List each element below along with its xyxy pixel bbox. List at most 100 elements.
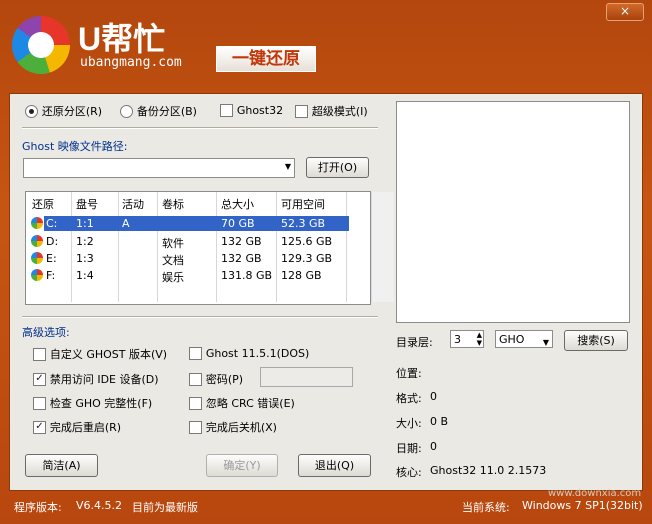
drive-icon bbox=[31, 217, 43, 229]
cell-total: 131.8 GB bbox=[221, 269, 273, 282]
column-divider bbox=[157, 192, 158, 302]
confirm-button[interactable]: 确定(Y) bbox=[206, 454, 278, 477]
brand-name: U帮忙 bbox=[78, 21, 166, 57]
checkbox-icon bbox=[33, 347, 46, 361]
date-label: 日期: bbox=[396, 442, 422, 455]
system-value: Windows 7 SP1(32bit) bbox=[522, 499, 643, 512]
divider bbox=[22, 316, 378, 318]
partition-table[interactable]: 还原 盘号 活动 卷标 总大小 可用空间 C: 1:1 A 70 GB 52.3… bbox=[25, 191, 394, 305]
cell-drive: E: bbox=[46, 252, 57, 265]
radio-icon bbox=[120, 104, 133, 118]
cell-disk: 1:4 bbox=[76, 269, 94, 282]
cell-label: 软件 bbox=[162, 237, 184, 250]
mode-ghost32[interactable]: Ghost32 bbox=[220, 103, 283, 117]
disable-ide-checkbox[interactable]: ✓ 禁用访问 IDE 设备(D) bbox=[33, 371, 159, 387]
brand-domain: ubangmang.com bbox=[80, 55, 182, 70]
format-label: 格式: bbox=[396, 392, 422, 405]
column-divider bbox=[346, 192, 347, 302]
cell-label: 娱乐 bbox=[162, 271, 184, 284]
version-value: V6.4.5.2 bbox=[76, 499, 123, 512]
cell-label: 文档 bbox=[162, 254, 184, 267]
spinner-arrows-icon[interactable]: ▲ ▼ bbox=[477, 331, 482, 347]
column-header[interactable]: 盘号 bbox=[76, 196, 98, 212]
check-icon: ✓ bbox=[33, 420, 46, 434]
column-header[interactable]: 还原 bbox=[32, 196, 54, 212]
cell-total: 70 GB bbox=[221, 217, 255, 230]
close-button[interactable]: × bbox=[606, 3, 644, 21]
ghost-version-checkbox[interactable]: Ghost 11.5.1(DOS) bbox=[189, 346, 309, 360]
column-header[interactable]: 卷标 bbox=[162, 196, 184, 212]
date-value: 0 bbox=[430, 440, 437, 453]
cell-free: 128 GB bbox=[281, 269, 322, 282]
position-label: 位置: bbox=[396, 367, 422, 380]
restore-badge: 一键还原 bbox=[216, 46, 316, 72]
drive-icon bbox=[31, 269, 43, 281]
simple-button[interactable]: 简洁(A) bbox=[25, 454, 98, 477]
cell-disk: 1:2 bbox=[76, 235, 94, 248]
checkbox-icon bbox=[295, 104, 308, 118]
check-icon: ✓ bbox=[33, 372, 46, 386]
size-label: 大小: bbox=[396, 417, 422, 430]
column-divider bbox=[216, 192, 217, 302]
advanced-title: 高级选项: bbox=[22, 326, 70, 339]
column-header[interactable]: 可用空间 bbox=[281, 196, 325, 212]
cell-drive: F: bbox=[46, 269, 56, 282]
search-button[interactable]: 搜索(S) bbox=[564, 330, 628, 351]
reboot-after-checkbox[interactable]: ✓ 完成后重启(R) bbox=[33, 419, 121, 435]
cell-active: A bbox=[122, 217, 130, 230]
column-divider bbox=[71, 192, 72, 302]
update-status: 目前为最新版 bbox=[132, 501, 198, 514]
directory-level-spinner[interactable]: 3 ▲ ▼ bbox=[450, 330, 484, 348]
mode-restore[interactable]: 还原分区(R) bbox=[25, 103, 102, 119]
checkbox-icon bbox=[33, 396, 46, 410]
cell-free: 52.3 GB bbox=[281, 217, 326, 230]
cell-disk: 1:3 bbox=[76, 252, 94, 265]
size-value: 0 B bbox=[430, 415, 449, 428]
chevron-down-icon: ▼ bbox=[542, 338, 549, 347]
password-input[interactable] bbox=[260, 367, 353, 387]
checkbox-icon bbox=[189, 347, 202, 360]
open-button[interactable]: 打开(O) bbox=[306, 157, 369, 178]
version-label: 程序版本: bbox=[14, 501, 62, 514]
mode-super[interactable]: 超级模式(I) bbox=[295, 103, 368, 119]
cell-free: 125.6 GB bbox=[281, 235, 333, 248]
core-label: 核心: bbox=[396, 466, 422, 479]
cell-free: 129.3 GB bbox=[281, 252, 333, 265]
checkbox-icon bbox=[189, 396, 202, 410]
cell-total: 132 GB bbox=[221, 235, 262, 248]
divider bbox=[22, 127, 378, 129]
core-value: Ghost32 11.0 2.1573 bbox=[430, 464, 547, 477]
shutdown-after-checkbox[interactable]: 完成后关机(X) bbox=[189, 419, 277, 435]
drive-icon bbox=[31, 235, 43, 247]
main-window: × U帮忙 ubangmang.com 一键还原 还原分区(R) 备份分区(B)… bbox=[0, 0, 652, 524]
filetype-combo[interactable]: GHO ▼ bbox=[495, 330, 553, 348]
exit-button[interactable]: 退出(Q) bbox=[298, 454, 371, 477]
image-path-combo[interactable]: ▼ bbox=[23, 158, 295, 178]
cell-disk: 1:1 bbox=[76, 217, 94, 230]
format-value: 0 bbox=[430, 390, 437, 403]
radio-icon bbox=[25, 104, 38, 118]
cell-total: 132 GB bbox=[221, 252, 262, 265]
preview-box bbox=[396, 101, 630, 323]
column-header[interactable]: 总大小 bbox=[221, 196, 254, 212]
column-header[interactable]: 活动 bbox=[122, 196, 144, 212]
table-scrollbar[interactable] bbox=[371, 192, 394, 302]
checkbox-icon bbox=[220, 104, 233, 117]
filetype-value: GHO bbox=[499, 333, 525, 346]
cell-drive: D: bbox=[46, 235, 59, 248]
checkbox-icon bbox=[189, 372, 202, 386]
checkbox-icon bbox=[189, 420, 202, 434]
column-divider bbox=[118, 192, 119, 302]
check-gho-checkbox[interactable]: 检查 GHO 完整性(F) bbox=[33, 395, 152, 411]
image-path-label: Ghost 映像文件路径: bbox=[22, 140, 128, 153]
column-divider bbox=[276, 192, 277, 302]
directory-label: 目录层: bbox=[396, 336, 433, 349]
mode-backup[interactable]: 备份分区(B) bbox=[120, 103, 197, 119]
custom-ghost-checkbox[interactable]: 自定义 GHOST 版本(V) bbox=[33, 346, 167, 362]
watermark: www.downxia.com bbox=[548, 488, 642, 499]
chevron-down-icon: ▼ bbox=[284, 162, 291, 171]
cell-drive: C: bbox=[46, 217, 58, 230]
ignore-crc-checkbox[interactable]: 忽略 CRC 错误(E) bbox=[189, 395, 295, 411]
password-checkbox[interactable]: 密码(P) bbox=[189, 371, 243, 387]
logo-icon bbox=[12, 16, 70, 74]
